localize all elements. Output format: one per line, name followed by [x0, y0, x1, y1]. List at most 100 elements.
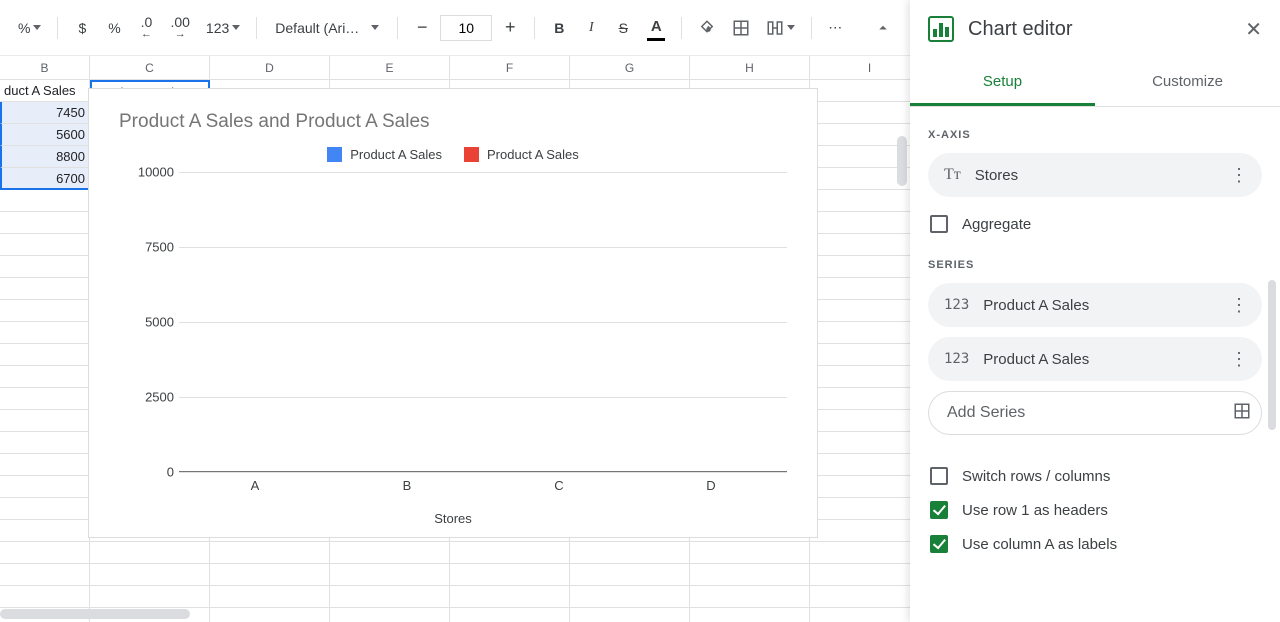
close-sidebar-button[interactable]: ✕	[1245, 17, 1262, 42]
text-color-button[interactable]: A	[641, 14, 671, 42]
strikethrough-button[interactable]: S	[609, 14, 637, 42]
fill-color-button[interactable]	[692, 14, 722, 42]
series-2-menu-icon[interactable]: ⋮	[1226, 345, 1252, 374]
series-field-1[interactable]: 123 Product A Sales ⋮	[928, 283, 1262, 327]
cell[interactable]	[330, 564, 450, 586]
tab-setup[interactable]: Setup	[910, 60, 1095, 106]
cell[interactable]	[0, 498, 90, 520]
col-header-e[interactable]: E	[330, 56, 450, 79]
cell[interactable]	[0, 542, 90, 564]
add-series-button[interactable]: Add Series	[928, 391, 1262, 435]
vertical-scrollbar-thumb[interactable]	[897, 136, 907, 186]
cell[interactable]	[690, 564, 810, 586]
cell[interactable]	[570, 586, 690, 608]
cell[interactable]	[450, 586, 570, 608]
sidebar-scrollbar-thumb[interactable]	[1268, 280, 1276, 430]
cell[interactable]	[0, 520, 90, 542]
cell[interactable]	[0, 366, 90, 388]
x-axis-field[interactable]: Tᴛ Stores ⋮	[928, 153, 1262, 197]
col-header-g[interactable]: G	[570, 56, 690, 79]
cell[interactable]	[450, 542, 570, 564]
cell[interactable]	[0, 322, 90, 344]
font-size-input[interactable]: 10	[440, 15, 492, 41]
switch-rows-checkbox[interactable]	[930, 467, 948, 485]
cell[interactable]	[570, 564, 690, 586]
row1-headers-checkbox[interactable]	[930, 501, 948, 519]
cell-b1[interactable]: duct A Sales	[0, 80, 90, 102]
cell[interactable]	[0, 564, 90, 586]
font-size-decrease[interactable]: −	[408, 14, 436, 42]
x-axis-title: Stores	[119, 511, 787, 526]
col-header-h[interactable]: H	[690, 56, 810, 79]
col-header-f[interactable]: F	[450, 56, 570, 79]
format-percent-button[interactable]: %	[12, 14, 47, 42]
more-toolbar-button[interactable]: ⋯	[822, 14, 850, 42]
horizontal-scrollbar[interactable]	[0, 608, 870, 620]
cell[interactable]	[330, 586, 450, 608]
chart-legend: Product A Sales Product A Sales	[119, 147, 787, 162]
cell[interactable]	[210, 564, 330, 586]
colA-labels-checkbox-row[interactable]: Use column A as labels	[928, 527, 1262, 561]
borders-button[interactable]	[726, 14, 756, 42]
chart-editor-icon	[928, 16, 954, 42]
cell-b3[interactable]: 5600	[0, 124, 90, 146]
italic-button[interactable]: I	[577, 14, 605, 42]
merge-cells-button[interactable]	[760, 14, 801, 42]
collapse-toolbar-button[interactable]	[868, 14, 898, 42]
series-field-2[interactable]: 123 Product A Sales ⋮	[928, 337, 1262, 381]
cell[interactable]	[90, 564, 210, 586]
cell-b2[interactable]: 7450	[0, 102, 90, 124]
format-percent2-button[interactable]: %	[100, 14, 128, 42]
bold-button[interactable]: B	[545, 14, 573, 42]
col-header-d[interactable]: D	[210, 56, 330, 79]
cell-b4[interactable]: 8800	[0, 146, 90, 168]
number-format-button[interactable]: 123	[200, 14, 246, 42]
aggregate-label: Aggregate	[962, 216, 1031, 233]
switch-rows-checkbox-row[interactable]: Switch rows / columns	[928, 459, 1262, 493]
cell[interactable]	[0, 476, 90, 498]
cell[interactable]	[0, 388, 90, 410]
col-header-c[interactable]: C	[90, 56, 210, 79]
cell-b5[interactable]: 6700	[0, 168, 90, 190]
chart[interactable]: Product A Sales and Product A Sales Prod…	[88, 88, 818, 538]
cell[interactable]	[690, 586, 810, 608]
cell[interactable]	[0, 410, 90, 432]
aggregate-checkbox-row[interactable]: Aggregate	[928, 207, 1262, 241]
horizontal-scrollbar-thumb[interactable]	[0, 609, 190, 619]
grid-range-icon[interactable]	[1233, 402, 1251, 425]
cell[interactable]	[0, 278, 90, 300]
cell[interactable]	[210, 542, 330, 564]
cell[interactable]	[0, 454, 90, 476]
legend-label-2: Product A Sales	[487, 147, 579, 162]
cell[interactable]	[0, 234, 90, 256]
cell[interactable]	[0, 344, 90, 366]
cell[interactable]	[90, 586, 210, 608]
cell[interactable]	[0, 586, 90, 608]
x-axis-field-label: Stores	[975, 167, 1212, 184]
cell[interactable]	[570, 542, 690, 564]
colA-labels-checkbox[interactable]	[930, 535, 948, 553]
font-family-select[interactable]: Default (Ari…	[267, 14, 387, 42]
cell[interactable]	[690, 542, 810, 564]
legend-label-1: Product A Sales	[350, 147, 442, 162]
col-header-b[interactable]: B	[0, 56, 90, 79]
cell[interactable]	[0, 432, 90, 454]
aggregate-checkbox[interactable]	[930, 215, 948, 233]
chart-editor-sidebar: Chart editor ✕ Setup Customize X-AXIS Tᴛ…	[910, 0, 1280, 622]
cell[interactable]	[450, 564, 570, 586]
format-currency-button[interactable]: $	[68, 14, 96, 42]
cell[interactable]	[0, 256, 90, 278]
font-size-increase[interactable]: +	[496, 14, 524, 42]
increase-decimal-button[interactable]: .00→	[164, 14, 195, 42]
series-1-menu-icon[interactable]: ⋮	[1226, 291, 1252, 320]
cell[interactable]	[0, 300, 90, 322]
cell[interactable]	[330, 542, 450, 564]
row1-headers-checkbox-row[interactable]: Use row 1 as headers	[928, 493, 1262, 527]
cell[interactable]	[90, 542, 210, 564]
cell[interactable]	[210, 586, 330, 608]
cell[interactable]	[0, 190, 90, 212]
tab-customize[interactable]: Customize	[1095, 60, 1280, 106]
x-axis-field-menu-icon[interactable]: ⋮	[1226, 161, 1252, 190]
cell[interactable]	[0, 212, 90, 234]
decrease-decimal-button[interactable]: .0←	[132, 14, 160, 42]
